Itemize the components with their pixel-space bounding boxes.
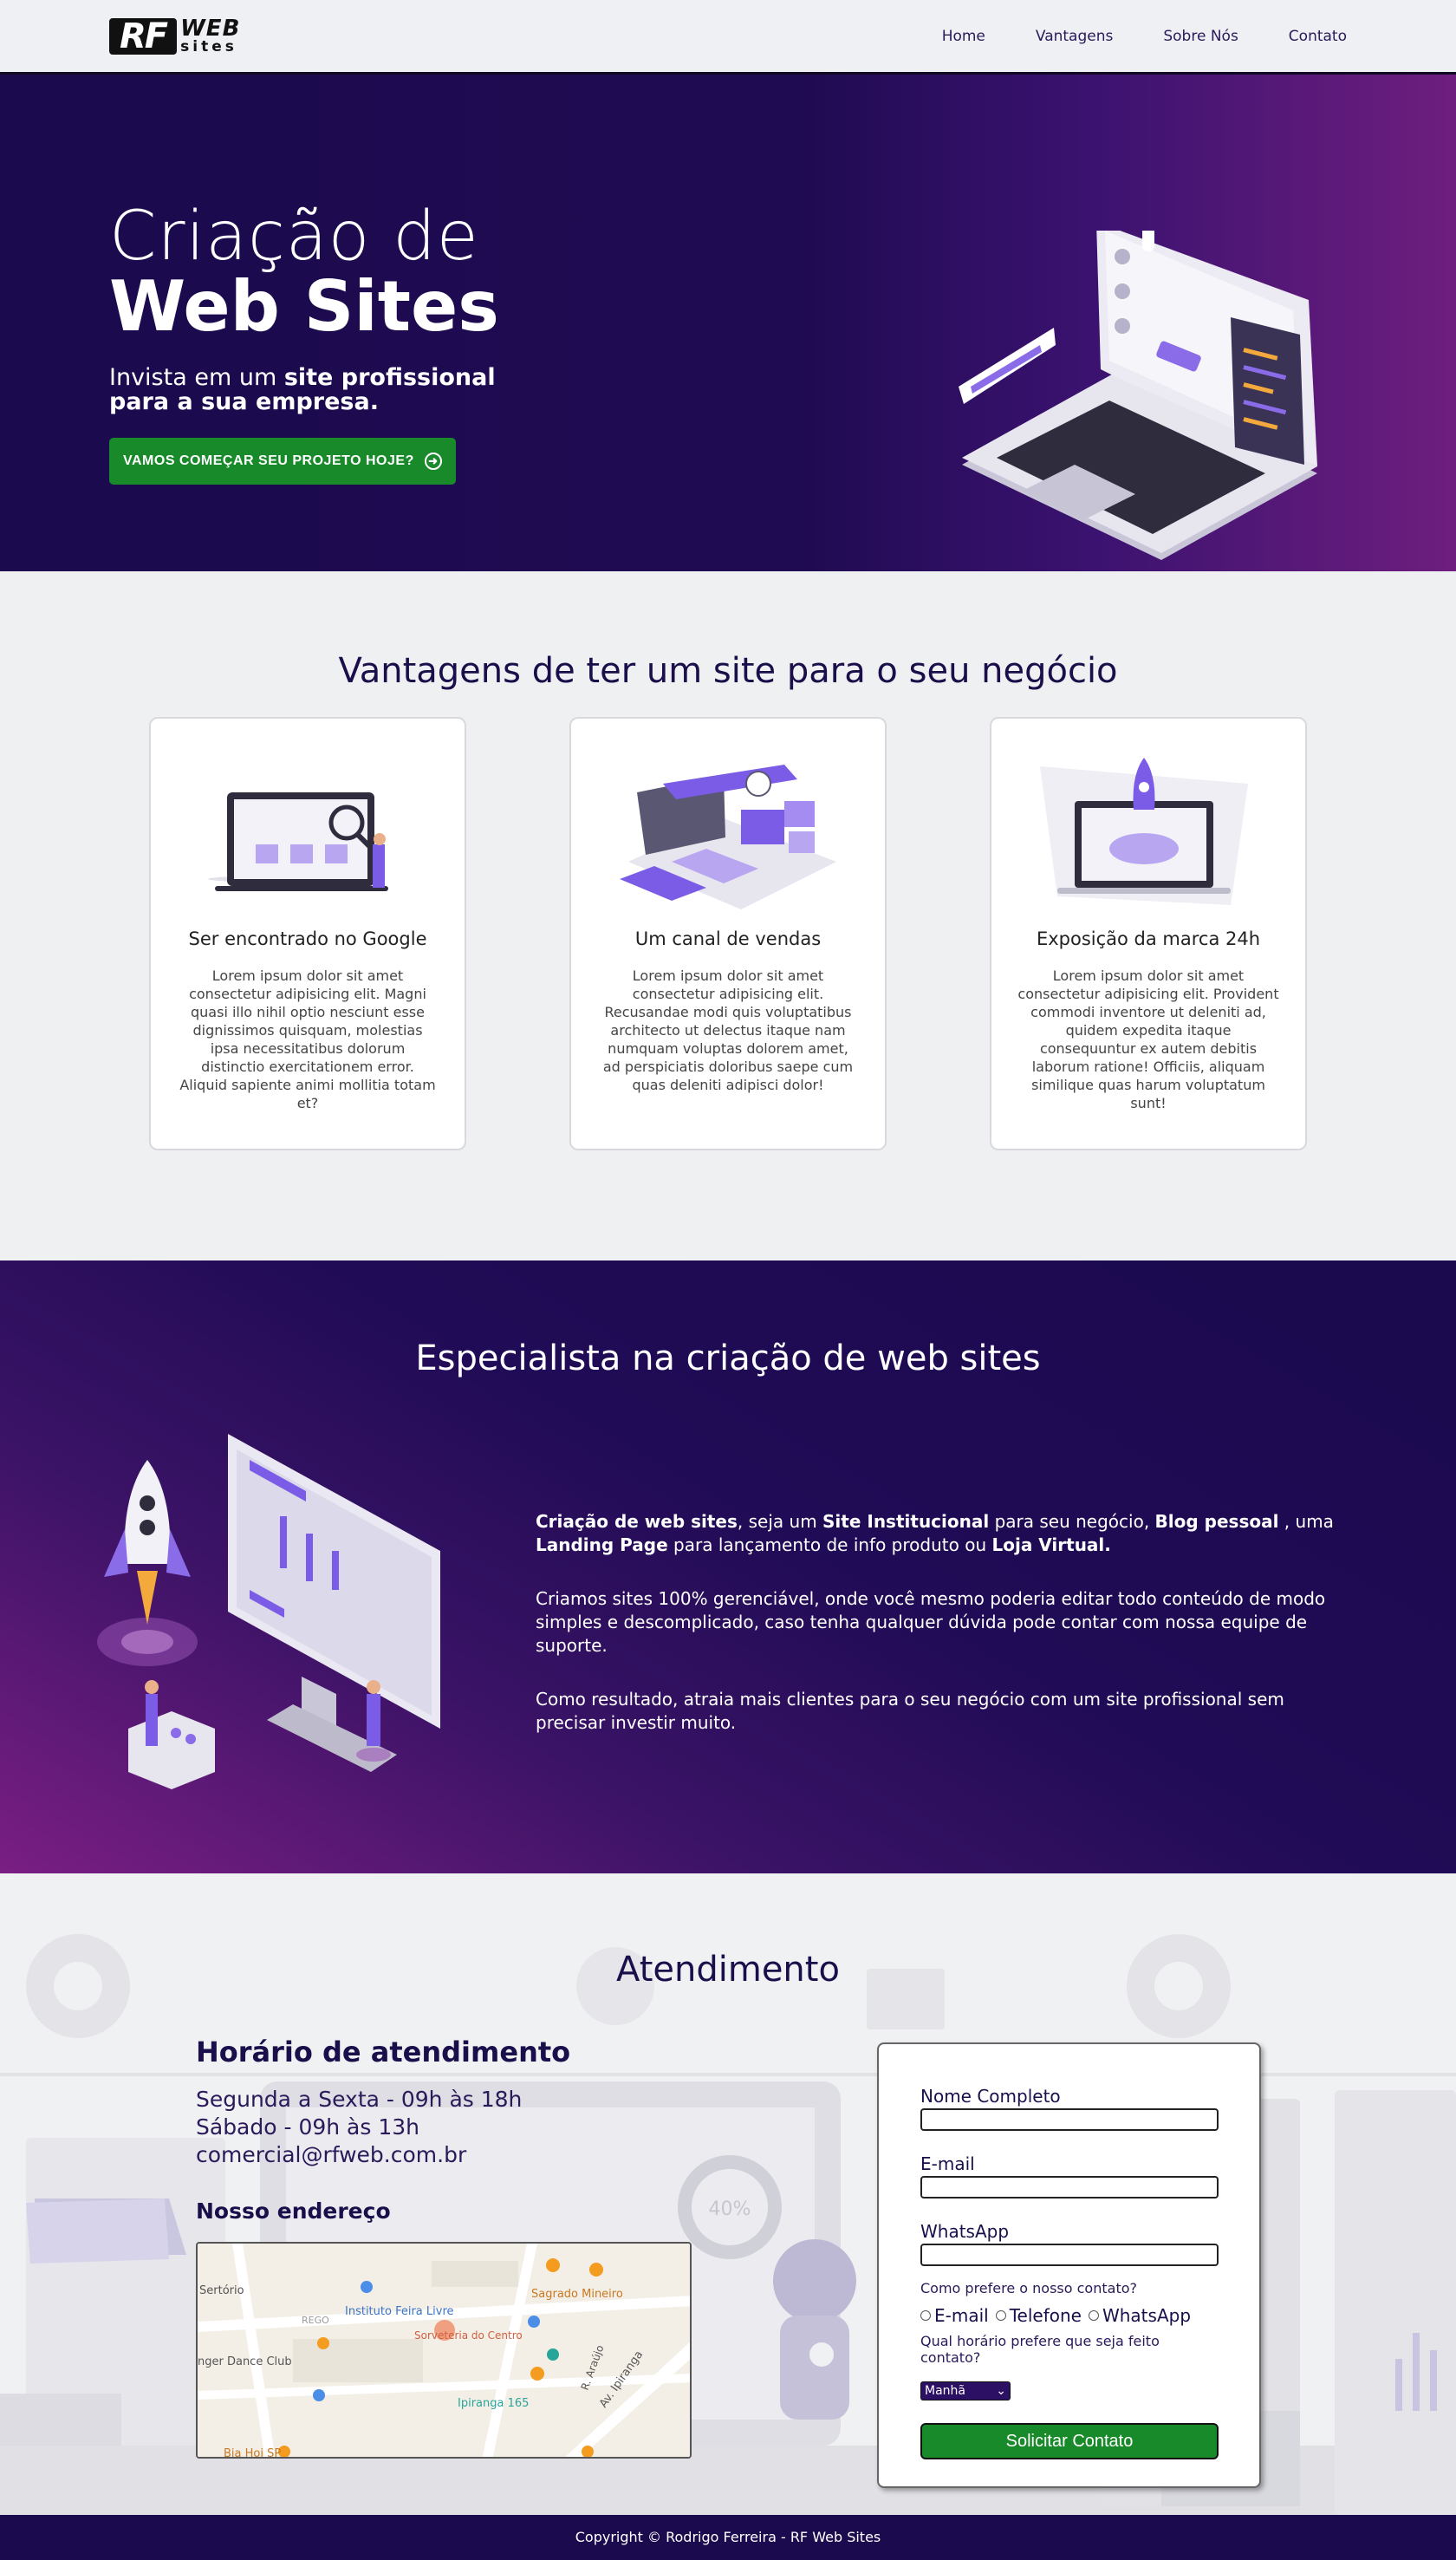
- hero-subtitle: Invista em um site profissional para a s…: [109, 364, 508, 415]
- hours-info: Segunda a Sexta - 09h às 18h Sábado - 09…: [196, 2086, 522, 2169]
- radio-telefone[interactable]: Telefone: [995, 2305, 1082, 2326]
- whatsapp-label: WhatsApp: [920, 2221, 1010, 2242]
- time-preference-question: Qual horário prefere que seja feito cont…: [920, 2333, 1160, 2366]
- advantage-title-sales: Um canal de vendas: [634, 928, 822, 949]
- bold-institucional: Site Institucional: [822, 1511, 990, 1532]
- whatsapp-input[interactable]: [920, 2244, 1219, 2266]
- map-label-sertorio: Sertório: [199, 2284, 244, 2297]
- footer: Copyright © Rodrigo Ferreira - RF Web Si…: [0, 2515, 1456, 2560]
- contact-email[interactable]: comercial@rfweb.com.br: [196, 2141, 522, 2169]
- email-label: E-mail: [920, 2153, 975, 2174]
- advantages-section: Vantagens de ter um site para o seu negó…: [0, 571, 1456, 1260]
- address-title: Nosso endereço: [196, 2198, 391, 2224]
- hero-text: Criação de Web Sites Invista em um site …: [109, 203, 508, 485]
- specialist-text: Criação de web sites, seja um Site Insti…: [536, 1510, 1350, 1765]
- map-label-rego: REGO: [302, 2315, 329, 2326]
- radio-whatsapp-label: WhatsApp: [1102, 2305, 1192, 2326]
- bold-blog: Blog pessoal: [1154, 1511, 1279, 1532]
- atendimento-section: 40% Atendimento Horário de atendimento S…: [0, 1873, 1456, 2515]
- radio-circle-icon: [920, 2310, 931, 2321]
- bold-loja: Loja Virtual.: [991, 1534, 1111, 1555]
- text-seg-2: para seu negócio,: [989, 1511, 1155, 1532]
- hours-saturday: Sábado - 09h às 13h: [196, 2114, 420, 2140]
- map-label-sagrado: Sagrado Mineiro: [531, 2288, 623, 2301]
- contact-form: Nome Completo E-mail WhatsApp Como prefe…: [877, 2042, 1261, 2488]
- arrow-right-circle-icon: ➜: [424, 452, 442, 470]
- main-menu: Home Vantagens Sobre Nós Contato: [942, 28, 1347, 45]
- hero-title-line2: Web Sites: [109, 266, 499, 347]
- submit-contact-button[interactable]: Solicitar Contato: [920, 2423, 1219, 2459]
- map-label-dance: nger Dance Club: [198, 2355, 292, 2368]
- radio-whatsapp[interactable]: WhatsApp: [1088, 2305, 1192, 2326]
- bold-web-sites: Criação de web sites: [536, 1511, 738, 1532]
- name-label: Nome Completo: [920, 2086, 1061, 2107]
- rocket-dashboard-illustration: [97, 1434, 440, 1789]
- top-navbar: RF WEB sites Home Vantagens Sobre Nós Co…: [0, 0, 1456, 75]
- map-canvas: Sertório Instituto Feira Livre Sagrado M…: [198, 2244, 690, 2459]
- start-project-label: VAMOS COMEÇAR SEU PROJETO HOJE?: [123, 453, 414, 468]
- menu-item-sobre-nos[interactable]: Sobre Nós: [1163, 28, 1238, 45]
- logo-web-text: WEB: [180, 16, 241, 42]
- menu-item-vantagens[interactable]: Vantagens: [1036, 28, 1113, 45]
- bg-percent-label: 40%: [709, 2198, 751, 2220]
- radio-telefone-label: Telefone: [1009, 2305, 1082, 2326]
- hours-title: Horário de atendimento: [196, 2036, 571, 2068]
- hero-title-line1: Criação de: [109, 198, 479, 276]
- contact-preference-radios: E-mail Telefone WhatsApp: [920, 2305, 1218, 2326]
- text-seg-1: , seja um: [737, 1511, 823, 1532]
- hero-subtitle-pre: Invista em um: [109, 364, 284, 391]
- text-seg-3: , uma: [1278, 1511, 1334, 1532]
- logo-rf: RF: [109, 17, 178, 55]
- map-label-bia-hoi: Bia Hoi SP: [224, 2447, 281, 2459]
- specialist-title: Especialista na criação de web sites: [415, 1339, 1041, 1378]
- map-label-sorveteria: Sorveteria do Centro: [414, 2329, 523, 2342]
- advantage-card-sales: Um canal de vendas Lorem ipsum dolor sit…: [569, 717, 887, 1150]
- advantage-text-sales: Lorem ipsum dolor sit amet consectetur a…: [602, 967, 854, 1093]
- specialist-paragraph-1: Criação de web sites, seja um Site Insti…: [536, 1510, 1350, 1557]
- time-select[interactable]: Manhã ⌄: [920, 2381, 1011, 2400]
- logo[interactable]: RF WEB sites: [109, 17, 240, 55]
- radio-circle-icon: [995, 2310, 1006, 2321]
- atendimento-title: Atendimento: [616, 1950, 840, 1990]
- time-select-value: Manhã: [925, 2384, 965, 2398]
- start-project-button[interactable]: VAMOS COMEÇAR SEU PROJETO HOJE? ➜: [109, 437, 456, 485]
- name-input[interactable]: [920, 2108, 1219, 2131]
- menu-item-home[interactable]: Home: [942, 28, 985, 45]
- laptop-illustration: [959, 231, 1317, 560]
- map-label-instituto: Instituto Feira Livre: [345, 2305, 454, 2318]
- radio-circle-icon: [1088, 2310, 1099, 2321]
- advantage-card-google: Ser encontrado no Google Lorem ipsum dol…: [149, 717, 466, 1150]
- logo-web-sites: WEB sites: [180, 17, 240, 55]
- menu-item-contato[interactable]: Contato: [1289, 28, 1347, 45]
- search-illustration: [177, 753, 439, 918]
- advantage-text-google: Lorem ipsum dolor sit amet consectetur a…: [179, 967, 436, 1111]
- advantage-card-brand: Exposição da marca 24h Lorem ipsum dolor…: [990, 717, 1307, 1150]
- advantages-title: Vantagens de ter um site para o seu negó…: [338, 651, 1118, 691]
- logo-sites-text: sites: [180, 38, 237, 55]
- copyright-text: Copyright © Rodrigo Ferreira - RF Web Si…: [575, 2529, 881, 2545]
- contact-preference-question: Como prefere o nosso contato?: [920, 2280, 1137, 2296]
- advantage-text-brand: Lorem ipsum dolor sit amet consectetur a…: [1017, 967, 1279, 1111]
- map-label-ipiranga: Ipiranga 165: [458, 2397, 529, 2410]
- ecommerce-illustration: [597, 753, 859, 918]
- hero-section: Criação de Web Sites Invista em um site …: [0, 75, 1456, 571]
- specialist-section: Especialista na criação de web sites Cri…: [0, 1260, 1456, 1873]
- hours-weekdays: Segunda a Sexta - 09h às 18h: [196, 2087, 523, 2112]
- email-input[interactable]: [920, 2176, 1219, 2198]
- specialist-paragraph-2: Criamos sites 100% gerenciável, onde voc…: [536, 1588, 1326, 1656]
- radio-email[interactable]: E-mail: [920, 2305, 989, 2326]
- advantage-title-brand: Exposição da marca 24h: [1036, 928, 1261, 949]
- text-seg-4: para lançamento de info produto ou: [667, 1534, 992, 1555]
- specialist-paragraph-3: Como resultado, atraia mais clientes par…: [536, 1689, 1284, 1733]
- rocket-monitor-illustration: [1017, 753, 1279, 918]
- chevron-down-icon: ⌄: [996, 2384, 1006, 2398]
- bold-landing: Landing Page: [536, 1534, 668, 1555]
- radio-email-label: E-mail: [934, 2305, 989, 2326]
- embedded-map[interactable]: Sertório Instituto Feira Livre Sagrado M…: [196, 2242, 692, 2459]
- advantages-cards: Ser encontrado no Google Lorem ipsum dol…: [0, 717, 1456, 1150]
- advantage-title-google: Ser encontrado no Google: [188, 928, 427, 949]
